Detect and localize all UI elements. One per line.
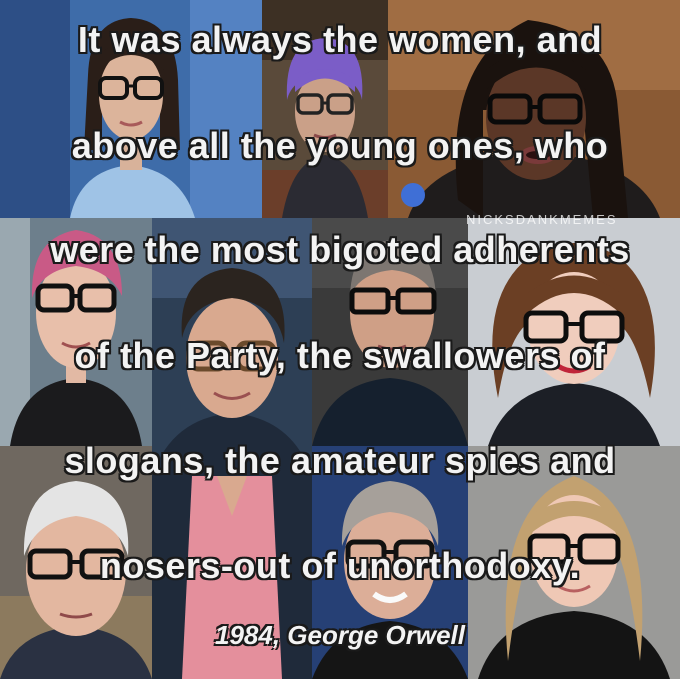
person-photo-2 [262, 0, 388, 218]
photo-tile-2 [262, 0, 388, 218]
person-photo-5 [152, 218, 312, 476]
person-photo-10 [468, 446, 680, 679]
meme-collage: It was always the women, and above all t… [0, 0, 680, 679]
photo-tile-8 [0, 446, 152, 679]
person-photo-5-lower [152, 476, 312, 679]
person-photo-1 [0, 0, 262, 218]
photo-tile-6 [312, 218, 468, 446]
person-photo-8 [0, 446, 152, 679]
photo-tile-5b [152, 476, 312, 679]
person-photo-6 [312, 218, 468, 446]
person-photo-9 [312, 446, 468, 679]
photo-tile-9 [312, 446, 468, 679]
photo-tile-7 [468, 218, 680, 446]
photo-tile-3 [388, 0, 680, 218]
photo-tile-5 [152, 218, 312, 476]
photo-tile-4 [0, 218, 152, 446]
person-photo-7 [468, 218, 680, 446]
photo-tile-1 [0, 0, 262, 218]
photo-tile-10 [468, 446, 680, 679]
person-photo-4 [0, 218, 152, 446]
person-photo-3 [388, 0, 680, 218]
